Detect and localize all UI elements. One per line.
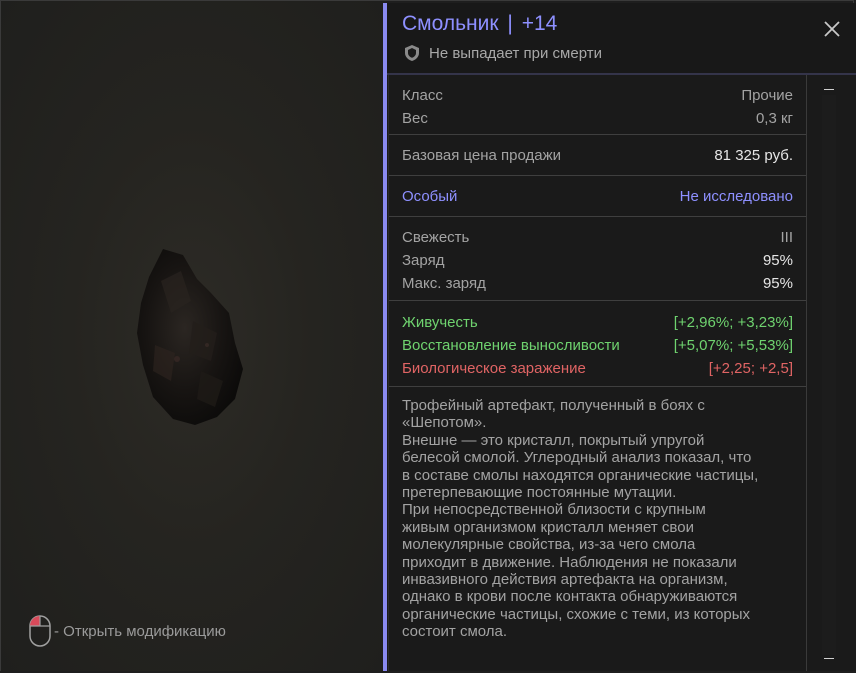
description-line: При непосредственной близости с крупным xyxy=(402,501,706,519)
stat-label: Свежесть xyxy=(402,229,470,246)
stat-value: 81 325 руб. xyxy=(714,147,793,164)
description-line: белесой смолой. Углеродный анализ показа… xyxy=(402,449,752,467)
stat-row-charge: Заряд 95% xyxy=(402,249,793,272)
description-line: молекулярные свойства, из-за чего смола xyxy=(402,536,696,554)
stat-label: Вес xyxy=(402,110,428,127)
panel-header: Смольник | +14 Не выпадает при смерти xyxy=(387,3,856,75)
description-line: органические частицы, схожие с теми, из … xyxy=(402,605,751,623)
stat-value: 95% xyxy=(762,252,793,269)
item-name: Смольник xyxy=(402,12,499,35)
scroll-track[interactable] xyxy=(822,95,836,655)
stat-value: 95% xyxy=(762,275,793,292)
stat-row-freshness: Свежесть III xyxy=(402,226,793,249)
item-title: Смольник | +14 xyxy=(402,12,557,36)
effect-value: [+5,07%; +5,53%] xyxy=(673,337,793,354)
special-section: Особый Не исследовано xyxy=(389,176,806,217)
item-level: +14 xyxy=(521,12,558,35)
description-line: приходит в движение. Наблюдения не показ… xyxy=(402,553,737,571)
stat-row-weight: Вес 0,3 кг xyxy=(402,107,793,130)
description-line: однако в крови после контакта обнаружива… xyxy=(402,588,738,606)
stat-value: Не исследовано xyxy=(679,188,793,205)
scroll-top-marker xyxy=(824,89,834,90)
effect-row: Восстановление выносливости [+5,07%; +5,… xyxy=(402,334,793,357)
description-line: живым организмом кристалл меняет свои xyxy=(402,518,694,536)
stat-label: Класс xyxy=(402,87,443,104)
stat-row-price: Базовая цена продажи 81 325 руб. xyxy=(402,144,793,167)
hint-text: - Открыть модификацию xyxy=(54,622,226,640)
open-modification-hint: - Открыть модификацию xyxy=(29,615,226,647)
scroll-bottom-marker xyxy=(824,658,834,659)
description-line: Внешне — это кристалл, покрытый упругой xyxy=(402,431,705,449)
stat-label: Базовая цена продажи xyxy=(402,147,562,164)
details-scrollbar[interactable] xyxy=(815,75,845,671)
effect-row: Живучесть [+2,96%; +3,23%] xyxy=(402,311,793,334)
item-description: Трофейный артефакт, полученный в боях с … xyxy=(389,387,806,641)
stat-value: III xyxy=(780,229,793,246)
stat-label: Заряд xyxy=(402,252,445,269)
stat-row-class: Класс Прочие xyxy=(402,84,793,107)
effects-section: Живучесть [+2,96%; +3,23%] Восстановлени… xyxy=(389,301,806,387)
mouse-icon xyxy=(29,615,51,647)
description-line: претерпевающие постоянные мутации. xyxy=(402,484,677,502)
effect-row: Биологическое заражение [+2,25; +2,5] xyxy=(402,357,793,380)
item-info-panel: Смольник | +14 Не выпадает при смерти Кл… xyxy=(383,3,856,671)
price-section: Базовая цена продажи 81 325 руб. xyxy=(389,135,806,176)
effect-label: Восстановление выносливости xyxy=(402,337,620,354)
artifact-model-image[interactable] xyxy=(131,241,251,431)
description-line: Трофейный артефакт, полученный в боях с xyxy=(402,397,705,414)
item-preview[interactable]: - Открыть модификацию xyxy=(1,1,383,671)
stat-value: Прочие xyxy=(741,87,793,104)
item-details: Класс Прочие Вес 0,3 кг Базовая цена про… xyxy=(388,75,807,671)
item-flag-text: Не выпадает при смерти xyxy=(429,44,602,62)
item-flag: Не выпадает при смерти xyxy=(403,44,602,62)
description-line: инвазивного действия артефакта на органи… xyxy=(402,571,728,589)
stat-label: Особый xyxy=(402,188,458,205)
shield-icon xyxy=(405,45,419,61)
title-separator: | xyxy=(507,12,513,35)
charge-section: Свежесть III Заряд 95% Макс. заряд 95% xyxy=(389,217,806,301)
description-line: состоит смола. xyxy=(402,623,508,641)
stat-value: 0,3 кг xyxy=(755,110,793,127)
effect-label: Биологическое заражение xyxy=(402,360,586,377)
effect-value: [+2,96%; +3,23%] xyxy=(673,314,793,331)
close-button[interactable] xyxy=(822,19,842,39)
effect-value: [+2,25; +2,5] xyxy=(708,360,793,377)
description-line: в составе смолы находятся органические ч… xyxy=(402,466,759,484)
basic-stats-section: Класс Прочие Вес 0,3 кг xyxy=(389,75,806,135)
stat-row-special: Особый Не исследовано xyxy=(402,185,793,208)
effect-label: Живучесть xyxy=(402,314,478,331)
description-line: «Шепотом». xyxy=(402,414,487,432)
stat-row-max-charge: Макс. заряд 95% xyxy=(402,272,793,295)
stat-label: Макс. заряд xyxy=(402,275,486,292)
